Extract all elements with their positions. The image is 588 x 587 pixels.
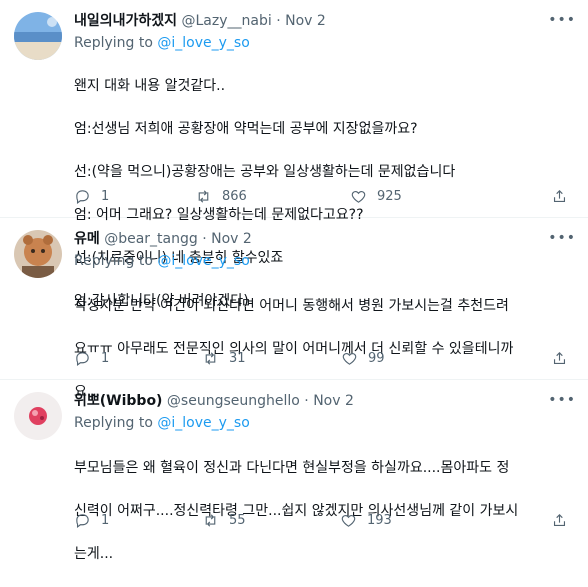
retweet-count: 866 [222,189,247,204]
avatar[interactable] [14,392,62,440]
user-handle[interactable]: @seungseunghello [167,393,300,409]
like-button[interactable]: 193 [340,512,392,529]
display-name[interactable]: 내일의내가하겠지 [74,13,177,29]
avatar[interactable] [14,12,62,60]
tweet[interactable]: 내일의내가하겠지 @Lazy__nabi · Nov 2 ••• Replyin… [0,0,588,309]
separator-dot: · [304,393,309,409]
tweet-text-line: 엄:선생님 저희애 공황장애 약먹는데 공부에 지장없을까요? [74,120,418,137]
retweet-count: 55 [229,513,246,528]
reply-button[interactable]: 1 [74,188,109,205]
share-icon [553,352,566,365]
share-icon [553,514,566,527]
retweet-button[interactable]: 866 [195,188,247,205]
tweet-date[interactable]: Nov 2 [313,393,354,409]
tweet-header: 유메 @bear_tangg · Nov 2 [74,230,252,248]
user-handle[interactable]: @bear_tangg [104,231,198,247]
retweet-icon [205,514,216,527]
tweet-feed: 내일의내가하겠지 @Lazy__nabi · Nov 2 ••• Replyin… [0,0,588,562]
share-button[interactable] [551,188,568,209]
replying-to-label: Replying to [74,415,153,431]
tweet-header: 위뽀(Wibbo) @seungseunghello · Nov 2 [74,392,354,410]
reply-count: 1 [101,513,110,528]
separator-dot: · [276,13,281,29]
heart-icon [351,190,366,203]
action-bar: 1 866 925 [74,188,576,208]
retweet-count: 31 [229,351,246,366]
tweet-text-line: 작성자분 만약 여건이 되신다면 어머니 동행해서 병원 가보시는걸 추천드려 [74,297,509,314]
retweet-icon [198,190,209,203]
replying-to-label: Replying to [74,35,153,51]
replying-to: Replying to @i_love_y_so [74,34,250,52]
tweet[interactable]: 유메 @bear_tangg · Nov 2 ••• Replying to @… [0,218,588,400]
replying-to: Replying to @i_love_y_so [74,252,250,270]
reply-icon [76,514,89,529]
retweet-button[interactable]: 31 [202,350,246,367]
like-button[interactable]: 99 [341,350,385,367]
replying-to-label: Replying to [74,253,153,269]
reply-count: 1 [101,351,110,366]
avatar[interactable] [14,230,62,278]
like-count: 193 [367,513,392,528]
reply-button[interactable]: 1 [74,350,109,367]
reply-icon [76,352,89,367]
display-name[interactable]: 유메 [74,231,100,247]
heart-icon [341,514,356,527]
action-bar: 1 55 193 [74,512,576,532]
retweet-button[interactable]: 55 [202,512,246,529]
display-name[interactable]: 위뽀(Wibbo) [74,393,162,409]
reply-button[interactable]: 1 [74,512,109,529]
like-count: 99 [368,351,385,366]
separator-dot: · [202,231,207,247]
tweet-header: 내일의내가하겠지 @Lazy__nabi · Nov 2 [74,12,326,30]
tweet-text-line: 부모님들은 왜 혈육이 정신과 다닌다면 현실부정을 하실까요....몸아파도 … [74,459,510,476]
like-button[interactable]: 925 [350,188,402,205]
share-button[interactable] [551,512,568,533]
tweet-text-line: 왠지 대화 내용 알것같다.. [74,77,226,94]
replying-to: Replying to @i_love_y_so [74,414,250,432]
reply-count: 1 [101,189,110,204]
tweet[interactable]: 위뽀(Wibbo) @seungseunghello · Nov 2 ••• R… [0,380,588,562]
retweet-icon [205,352,216,365]
like-count: 925 [377,189,402,204]
user-handle[interactable]: @Lazy__nabi [182,13,272,29]
more-icon[interactable]: ••• [548,230,576,246]
mention-link[interactable]: @i_love_y_so [157,415,249,431]
mention-link[interactable]: @i_love_y_so [157,253,249,269]
tweet-date[interactable]: Nov 2 [211,231,252,247]
share-button[interactable] [551,350,568,371]
more-icon[interactable]: ••• [548,12,576,28]
more-icon[interactable]: ••• [548,392,576,408]
action-bar: 1 31 99 [74,350,576,370]
tweet-text-line: 선:(약을 먹으니)공황장애는 공부와 일상생활하는데 문제없습니다 [74,163,456,180]
heart-icon [342,352,357,365]
tweet-text-line: 는게... [74,545,114,562]
reply-icon [76,190,89,205]
share-icon [553,190,566,203]
mention-link[interactable]: @i_love_y_so [157,35,249,51]
tweet-date[interactable]: Nov 2 [285,13,326,29]
